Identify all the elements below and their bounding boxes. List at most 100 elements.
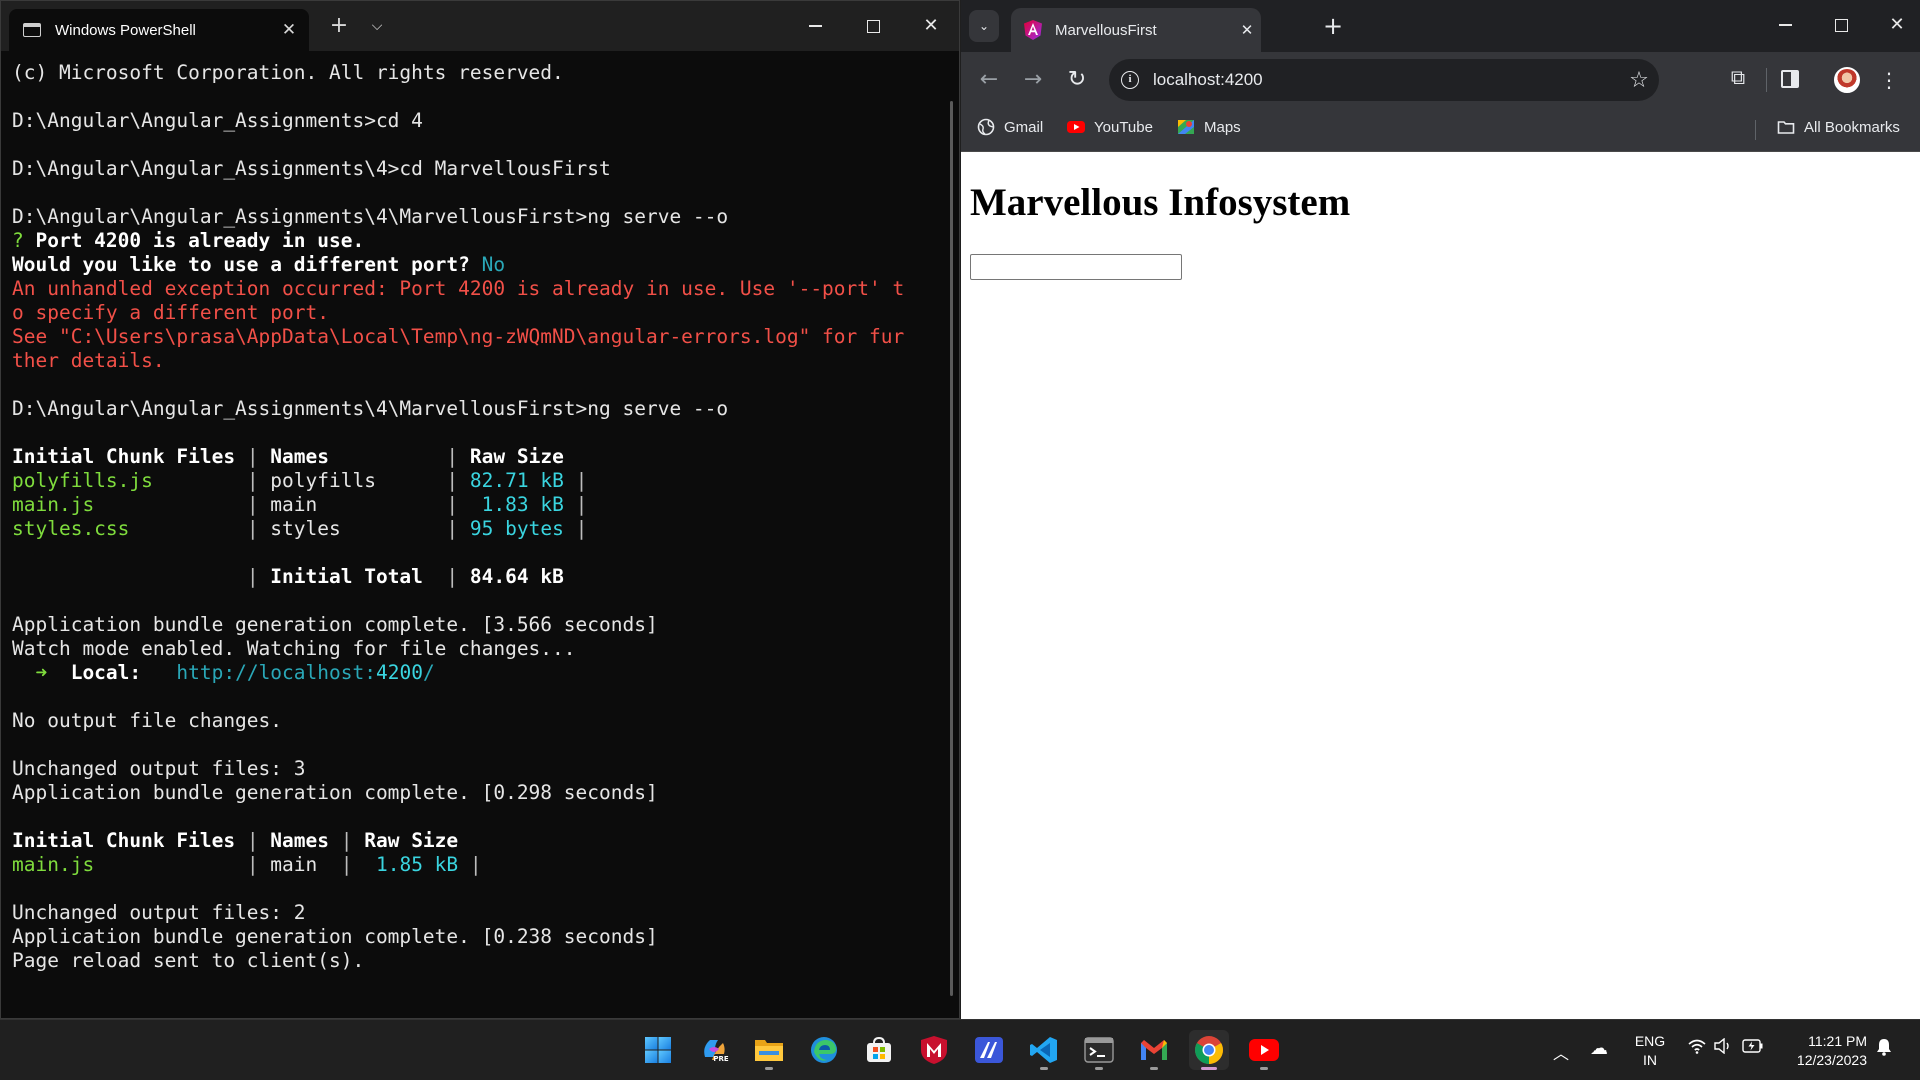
reload-icon[interactable]: ↻	[1061, 64, 1093, 96]
start-button[interactable]	[638, 1030, 678, 1070]
terminal-tab-close-icon[interactable]: ✕	[269, 20, 309, 40]
terminal-text-segment: Raw Size	[364, 829, 459, 852]
back-arrow-icon[interactable]: ←	[973, 64, 1005, 96]
browser-tabstrip: ⌄ MarvellousFirst ✕ + ✕	[961, 0, 1920, 52]
tab-search-icon[interactable]: ⌄	[969, 10, 999, 42]
terminal-minimize-button[interactable]	[787, 7, 843, 45]
volume-icon[interactable]	[1714, 1037, 1734, 1059]
terminal-text-segment: Initial Chunk Files	[12, 445, 247, 468]
page-heading: Marvellous Infosystem	[970, 181, 1351, 224]
system-clock[interactable]: 11:21 PM 12/23/2023	[1775, 1032, 1867, 1070]
terminal-text-segment: No output file changes.	[12, 709, 283, 732]
forward-arrow-icon[interactable]: →	[1017, 64, 1049, 96]
terminal-text-segment: An unhandled exception occurred: Port 42…	[12, 277, 905, 300]
battery-icon[interactable]	[1742, 1038, 1764, 1058]
terminal-scrollbar[interactable]	[950, 101, 953, 996]
terminal-text-segment: |	[246, 445, 271, 468]
terminal-tab-icon	[23, 23, 41, 37]
browser-new-tab-button[interactable]: +	[1315, 10, 1351, 42]
terminal-text-segment: Unchanged output files: 2	[12, 901, 306, 924]
address-bar[interactable]: i localhost:4200 ☆	[1109, 59, 1659, 101]
terminal-line: See "C:\Users\prasa\AppData\Local\Temp\n…	[12, 325, 947, 349]
browser-maximize-button[interactable]	[1813, 6, 1869, 44]
extensions-icon[interactable]: ⧉	[1723, 65, 1753, 95]
copilot-button[interactable]: PRE	[694, 1030, 734, 1070]
side-panel-icon[interactable]	[1781, 70, 1799, 88]
browser-close-button[interactable]: ✕	[1869, 6, 1920, 44]
speaker-icon	[1714, 1037, 1729, 1055]
terminal-line: Would you like to use a different port? …	[12, 253, 947, 277]
battery-charging-icon	[1742, 1039, 1763, 1053]
terminal-line: Unchanged output files: 3	[12, 757, 947, 781]
mcafee-button[interactable]	[914, 1030, 954, 1070]
running-indicator	[765, 1067, 773, 1070]
profile-avatar[interactable]	[1834, 67, 1860, 93]
terminal-line: No output file changes.	[12, 709, 947, 733]
maps-icon	[1178, 120, 1194, 134]
running-indicator	[1150, 1067, 1158, 1070]
terminal-tab[interactable]: Windows PowerShell ✕	[9, 9, 309, 51]
youtube-taskbar-button[interactable]	[1244, 1030, 1284, 1070]
bookmark-youtube[interactable]: YouTube	[1067, 118, 1153, 136]
terminal-output[interactable]: (c) Microsoft Corporation. All rights re…	[12, 61, 947, 1011]
file-explorer-button[interactable]	[749, 1030, 789, 1070]
terminal-maximize-button[interactable]	[845, 7, 901, 45]
terminal-text-segment: |	[246, 853, 271, 876]
terminal-text-segment: o specify a different port.	[12, 301, 329, 324]
close-icon: ✕	[1889, 14, 1905, 35]
terminal-text-segment: |	[469, 853, 482, 876]
terminal-taskbar-button[interactable]	[1079, 1030, 1119, 1070]
running-indicator	[1040, 1067, 1048, 1070]
terminal-line: ther details.	[12, 349, 947, 373]
terminal-line: D:\Angular\Angular_Assignments\4\Marvell…	[12, 397, 947, 421]
terminal-text-segment: styles.css	[12, 517, 247, 540]
bookmark-star-icon[interactable]: ☆	[1619, 68, 1659, 93]
terminal-line: D:\Angular\Angular_Assignments\4\Marvell…	[12, 205, 947, 229]
terminal-text-segment: Application bundle generation complete. …	[12, 925, 658, 948]
terminal-line: D:\Angular\Angular_Assignments\4>cd Marv…	[12, 157, 947, 181]
terminal-line: ? Port 4200 is already in use.	[12, 229, 947, 253]
bell-icon	[1877, 1039, 1891, 1056]
bookmark-gmail[interactable]: Gmail	[977, 118, 1043, 136]
notification-bell-icon[interactable]	[1876, 1038, 1892, 1061]
browser-toolbar: ← → ↻ i localhost:4200 ☆ ⧉ ⋮	[961, 52, 1920, 108]
terminal-dropdown-icon[interactable]: ⌵	[359, 11, 395, 41]
edge-button[interactable]	[804, 1030, 844, 1070]
wifi-icon[interactable]	[1688, 1038, 1706, 1059]
browser-minimize-button[interactable]	[1757, 6, 1813, 44]
browser-menu-icon[interactable]: ⋮	[1877, 64, 1901, 96]
browser-tab-title: MarvellousFirst	[1055, 21, 1157, 39]
terminal-line: Initial Chunk Files | Names | Raw Size	[12, 829, 947, 853]
youtube-icon	[1249, 1039, 1279, 1061]
vscode-button[interactable]	[1024, 1030, 1064, 1070]
address-bar-url[interactable]: localhost:4200	[1153, 70, 1619, 90]
browser-tab-close-icon[interactable]: ✕	[1233, 21, 1261, 39]
terminal-text-segment: main	[270, 493, 447, 516]
terminal-close-button[interactable]: ✕	[903, 7, 959, 45]
terminal-line: Initial Chunk Files | Names | Raw Size	[12, 445, 947, 469]
terminal-text-segment: /	[422, 661, 435, 684]
notes-app-button[interactable]	[969, 1030, 1009, 1070]
gmail-taskbar-button[interactable]	[1134, 1030, 1174, 1070]
file-explorer-icon	[755, 1040, 783, 1061]
bookmark-youtube-label: YouTube	[1094, 118, 1153, 136]
all-bookmarks-button[interactable]: All Bookmarks	[1777, 118, 1900, 136]
chrome-window: ⌄ MarvellousFirst ✕ + ✕ ← → ↻ i localhos…	[961, 0, 1920, 1019]
bookmark-maps[interactable]: Maps	[1177, 118, 1241, 136]
maximize-icon	[866, 19, 880, 33]
site-info-icon[interactable]: i	[1121, 71, 1139, 89]
chrome-taskbar-button[interactable]	[1189, 1030, 1229, 1070]
terminal-text-segment: (c) Microsoft Corporation. All rights re…	[12, 61, 564, 84]
terminal-text-segment: polyfills	[270, 469, 447, 492]
terminal-text-segment: Unchanged output files: 3	[12, 757, 306, 780]
terminal-new-tab-button[interactable]: +	[321, 11, 357, 41]
page-text-input[interactable]	[970, 254, 1182, 280]
language-indicator[interactable]: ENG IN	[1630, 1032, 1670, 1070]
onedrive-cloud-icon[interactable]: ☁	[1590, 1038, 1608, 1059]
browser-tab[interactable]: MarvellousFirst ✕	[1011, 8, 1261, 52]
show-hidden-icons-chevron-icon[interactable]: ︿	[1553, 1040, 1569, 1064]
store-button[interactable]	[859, 1030, 899, 1070]
